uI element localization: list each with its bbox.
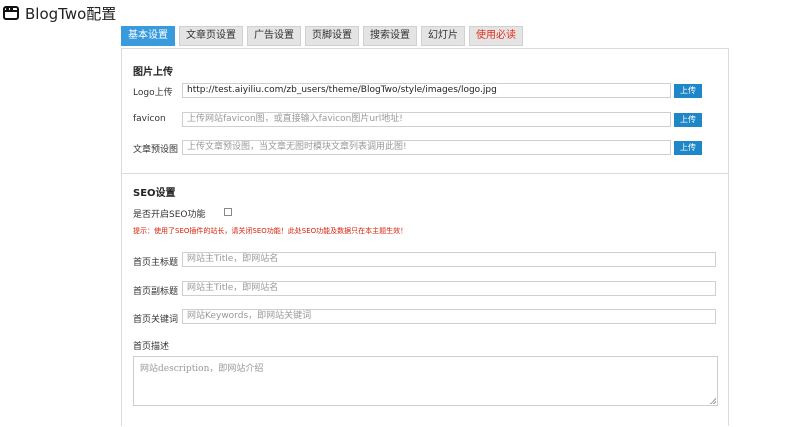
resize-grip-icon[interactable]: [710, 398, 716, 404]
tab-must-read[interactable]: 使用必读: [469, 26, 523, 46]
seo-hint: 提示：使用了SEO插件的站长，请关闭SEO功能！此处SEO功能及数据只在本主题生…: [133, 227, 408, 235]
window-icon: [3, 6, 19, 20]
favicon-upload-button[interactable]: 上传: [674, 113, 702, 127]
tab-search-settings[interactable]: 搜索设置: [363, 26, 417, 46]
home-description-placeholder: 网站description，即网站介绍: [140, 364, 264, 374]
preview-image-label: 文章预设图: [133, 145, 179, 155]
seo-enable-checkbox[interactable]: [224, 208, 232, 216]
image-upload-title: 图片上传: [133, 67, 173, 78]
preview-image-input[interactable]: 上传文章预设图，当文章无图时模块文章列表调用此图!: [182, 140, 671, 155]
home-subtitle-input[interactable]: 网站主Title，即网站名: [182, 281, 716, 296]
window-title-bar: BlogTwo配置: [3, 3, 116, 23]
tab-bar: 基本设置 文章页设置 广告设置 页脚设置 搜索设置 幻灯片 使用必读: [121, 26, 527, 46]
logo-url-input[interactable]: http://test.aiyiliu.com/zb_users/theme/B…: [182, 83, 671, 98]
logo-upload-button[interactable]: 上传: [674, 84, 702, 98]
tab-ad-settings[interactable]: 广告设置: [247, 26, 301, 46]
seo-enable-label: 是否开启SEO功能: [133, 210, 206, 220]
home-description-textarea[interactable]: 网站description，即网站介绍: [133, 356, 718, 406]
tab-basic-settings[interactable]: 基本设置: [121, 26, 175, 46]
home-keywords-input[interactable]: 网站Keywords，即网站关键词: [182, 309, 716, 324]
tab-slideshow[interactable]: 幻灯片: [421, 26, 465, 46]
settings-panel: 图片上传 Logo上传 http://test.aiyiliu.com/zb_u…: [121, 48, 729, 426]
home-keywords-label: 首页关键词: [133, 315, 179, 325]
favicon-input[interactable]: 上传网站favicon图，或直接输入favicon图片url地址!: [182, 112, 671, 127]
image-upload-section: 图片上传 Logo上传 http://test.aiyiliu.com/zb_u…: [122, 49, 728, 174]
preview-image-upload-button[interactable]: 上传: [674, 141, 702, 155]
favicon-label: favicon: [133, 114, 166, 124]
app-title: BlogTwo配置: [25, 4, 117, 23]
home-subtitle-label: 首页副标题: [133, 287, 179, 297]
tab-article-settings[interactable]: 文章页设置: [179, 26, 243, 46]
home-title-input[interactable]: 网站主Title，即网站名: [182, 252, 716, 267]
home-description-label: 首页描述: [133, 342, 170, 352]
home-title-label: 首页主标题: [133, 258, 179, 268]
logo-upload-label: Logo上传: [133, 88, 173, 98]
seo-title: SEO设置: [133, 188, 176, 199]
tab-footer-settings[interactable]: 页脚设置: [305, 26, 359, 46]
